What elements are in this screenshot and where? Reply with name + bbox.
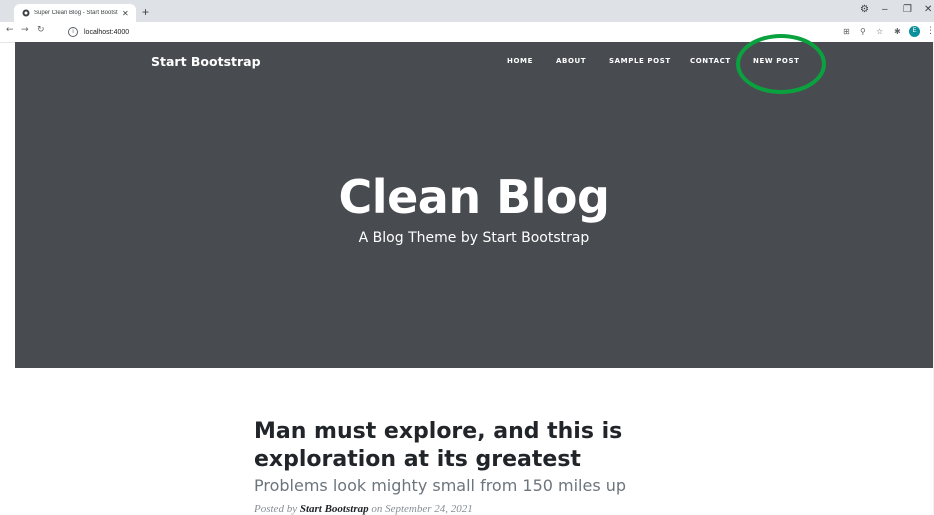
post-date: September 24, 2021 bbox=[385, 503, 473, 515]
browser-toolbar: ← → ↻ i localhost:4000 ⊞ ⚲ ☆ ✱ E ⋮ bbox=[0, 22, 934, 43]
close-window-icon[interactable]: ✕ bbox=[924, 4, 932, 15]
minimize-icon[interactable]: – bbox=[882, 4, 888, 15]
post-meta-prefix: Posted by bbox=[254, 503, 298, 515]
nav-link-contact[interactable]: CONTACT bbox=[690, 57, 731, 65]
info-icon[interactable]: i bbox=[68, 27, 78, 37]
nav-link-about[interactable]: ABOUT bbox=[556, 57, 586, 65]
restore-icon[interactable]: ❐ bbox=[903, 4, 912, 15]
navbar-brand[interactable]: Start Bootstrap bbox=[151, 54, 261, 69]
site-heading: Clean Blog bbox=[338, 170, 610, 224]
post-title-link[interactable]: Man must explore, and this is exploratio… bbox=[254, 418, 674, 474]
nav-link-sample-post[interactable]: SAMPLE POST bbox=[609, 57, 671, 65]
tab-title: Super Clean Blog - Start Bootstrap bbox=[34, 10, 118, 16]
address-text: localhost:4000 bbox=[84, 28, 130, 36]
extensions-icon[interactable]: ✱ bbox=[894, 27, 901, 36]
post-meta: Posted by Start Bootstrap on September 2… bbox=[254, 503, 714, 515]
nav-link-home[interactable]: HOME bbox=[507, 57, 533, 65]
favicon-icon bbox=[22, 9, 30, 17]
nav-link-new-post[interactable]: NEW POST bbox=[753, 57, 800, 65]
chrome-settings-icon[interactable]: ⚙ bbox=[860, 4, 869, 15]
star-icon[interactable]: ☆ bbox=[876, 27, 883, 36]
site-subheading: A Blog Theme by Start Bootstrap bbox=[358, 230, 590, 246]
back-arrow-icon[interactable]: ← bbox=[6, 25, 14, 35]
new-tab-button[interactable]: + bbox=[142, 5, 149, 19]
profile-avatar[interactable]: E bbox=[909, 26, 920, 37]
tab-close-icon[interactable]: ✕ bbox=[122, 9, 129, 18]
masthead: Start Bootstrap HOME ABOUT SAMPLE POST C… bbox=[15, 34, 933, 368]
post-author-link[interactable]: Start Bootstrap bbox=[300, 503, 369, 515]
reload-icon[interactable]: ↻ bbox=[37, 25, 45, 35]
post-subtitle[interactable]: Problems look mighty small from 150 mile… bbox=[254, 476, 714, 495]
zoom-icon[interactable]: ⚲ bbox=[860, 27, 866, 36]
browser-tabstrip: Super Clean Blog - Start Bootstrap ✕ + ⚙… bbox=[0, 0, 934, 22]
menu-icon[interactable]: ⋮ bbox=[926, 26, 934, 36]
browser-tab[interactable]: Super Clean Blog - Start Bootstrap ✕ bbox=[14, 4, 136, 22]
translate-icon[interactable]: ⊞ bbox=[843, 27, 850, 36]
forward-arrow-icon[interactable]: → bbox=[21, 25, 29, 35]
address-bar[interactable]: i localhost:4000 bbox=[68, 25, 838, 39]
post-meta-mid: on bbox=[371, 503, 383, 515]
